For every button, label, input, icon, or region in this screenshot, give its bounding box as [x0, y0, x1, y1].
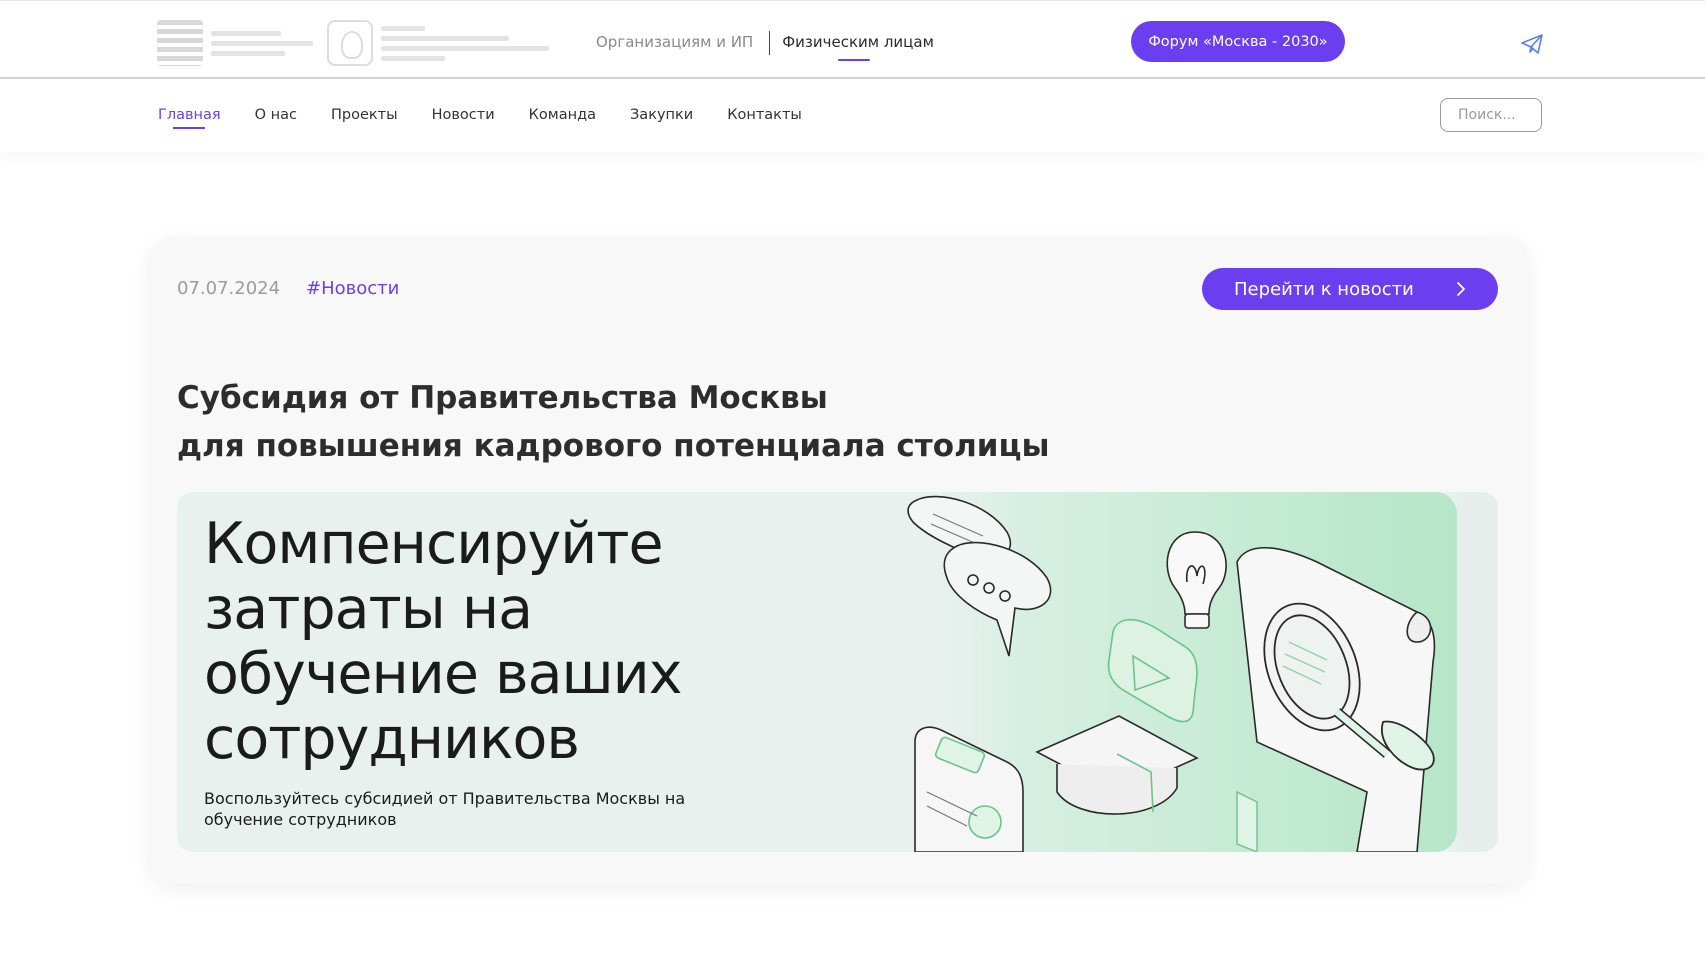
chamber-logo-icon — [157, 20, 203, 66]
nav-item-home[interactable]: Главная — [158, 107, 221, 129]
small-book-icon — [1236, 790, 1258, 852]
banner-heading: Компенсируйте затраты на обучение ваших … — [204, 512, 724, 772]
education-illustration — [897, 492, 1498, 852]
nav-item-procurement[interactable]: Закупки — [630, 107, 693, 123]
forum-button[interactable]: Форум «Москва - 2030» — [1131, 21, 1345, 62]
audience-tabs: Организациям и ИП Физическим лицам — [596, 31, 934, 61]
banner-heading-line-1: Компенсируйте — [204, 511, 664, 577]
banner-subtitle: Воспользуйтесь субсидией от Правительств… — [204, 789, 686, 829]
nav-item-projects[interactable]: Проекты — [331, 107, 398, 123]
news-title-line-1: Субсидия от Правительства Москвы — [177, 380, 828, 416]
news-card: 07.07.2024 #Новости Перейти к новости Су… — [148, 236, 1530, 884]
news-date: 07.07.2024 — [177, 278, 281, 299]
tab-divider — [769, 31, 771, 55]
paper-plane-icon[interactable] — [1520, 33, 1544, 55]
news-title-line-2: для повышения кадрового потенциала столи… — [177, 428, 1050, 464]
logo-chamber — [157, 20, 313, 66]
banner-heading-line-2: затраты на — [204, 576, 533, 642]
nav-menu: Главная О нас Проекты Новости Команда За… — [158, 107, 802, 129]
moscow-seal-icon — [327, 20, 373, 66]
chevron-right-icon — [1457, 282, 1465, 296]
logo-department — [327, 20, 549, 66]
search-input[interactable] — [1440, 98, 1542, 132]
tab-individuals[interactable]: Физическим лицам — [782, 33, 934, 61]
partner-logos[interactable] — [157, 17, 549, 69]
news-title[interactable]: Субсидия от Правительства Москвы для пов… — [177, 374, 1277, 470]
top-bar: Организациям и ИП Физическим лицам Форум… — [0, 0, 1705, 79]
main-navigation: Главная О нас Проекты Новости Команда За… — [0, 81, 1705, 152]
go-to-news-button[interactable]: Перейти к новости — [1202, 268, 1498, 310]
tab-organizations[interactable]: Организациям и ИП — [596, 33, 753, 57]
banner-heading-line-3: обучение ваших — [204, 641, 682, 707]
nav-item-team[interactable]: Команда — [529, 107, 596, 123]
news-tag[interactable]: #Новости — [306, 278, 399, 299]
nav-item-news[interactable]: Новости — [432, 107, 495, 123]
banner-heading-line-4: сотрудников — [204, 706, 580, 772]
nav-item-about[interactable]: О нас — [255, 107, 297, 123]
banner-text: Компенсируйте затраты на обучение ваших … — [204, 512, 724, 830]
nav-item-contacts[interactable]: Контакты — [727, 107, 802, 123]
news-banner[interactable]: Компенсируйте затраты на обучение ваших … — [177, 492, 1498, 852]
go-to-news-label: Перейти к новости — [1234, 278, 1414, 300]
